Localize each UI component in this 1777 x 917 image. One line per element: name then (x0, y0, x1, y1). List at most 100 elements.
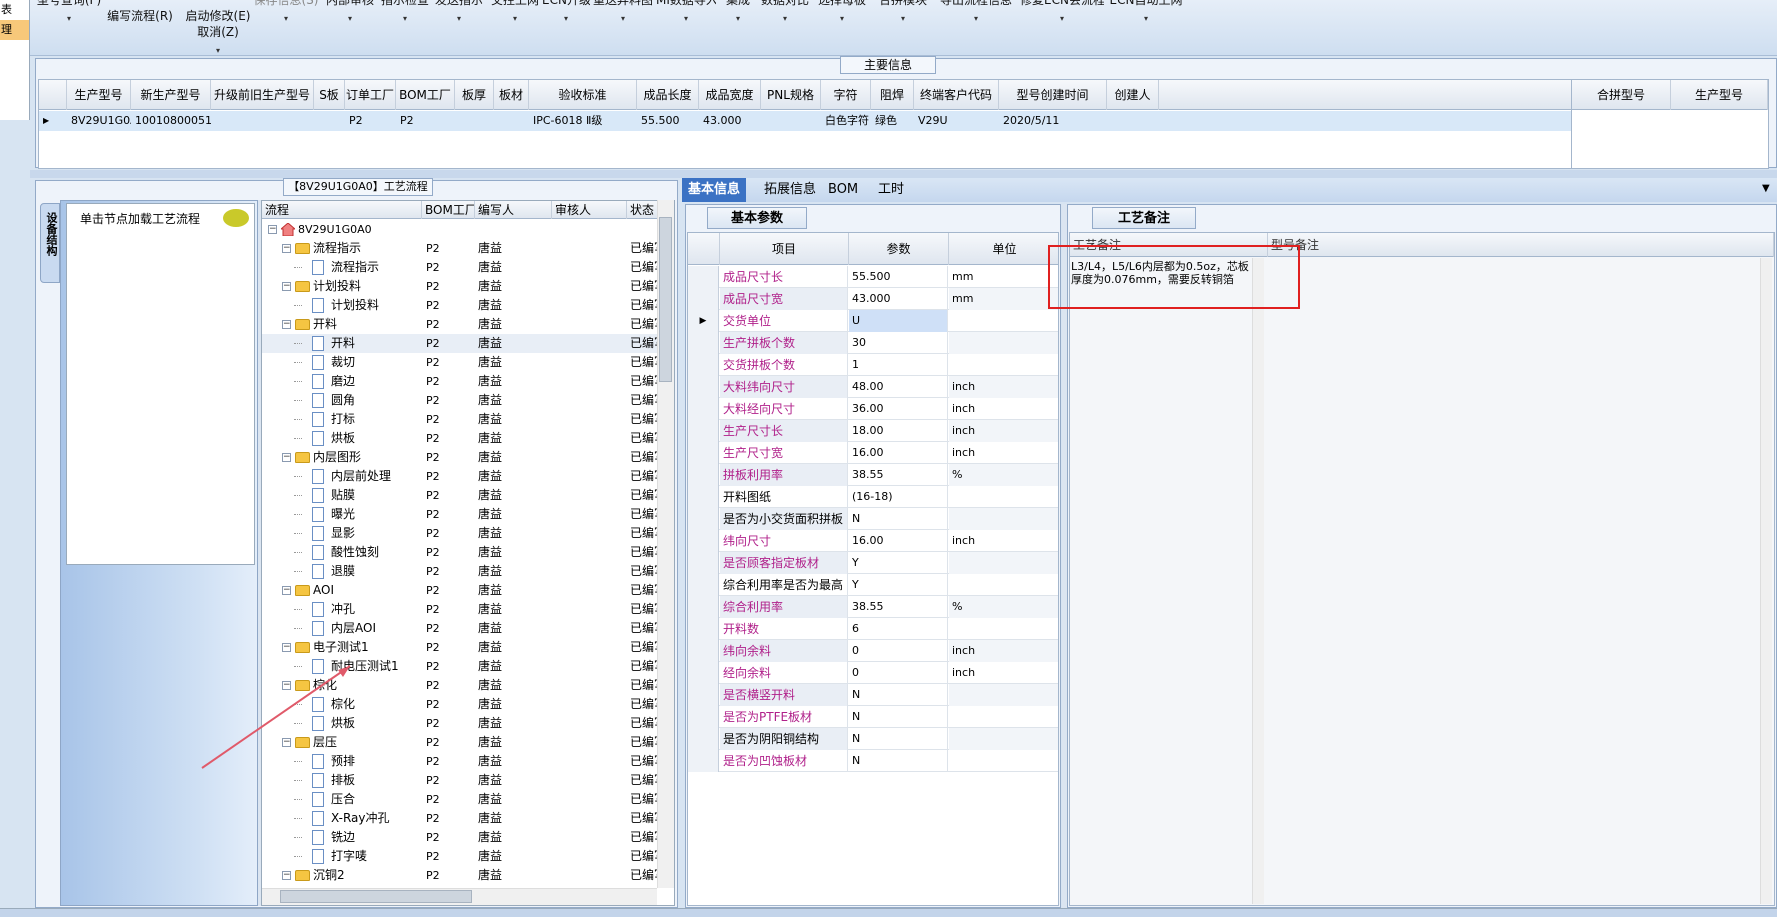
main-info-cell[interactable]: 43.000 (699, 111, 761, 131)
tab-process-remarks[interactable]: 工艺备注 (1092, 207, 1196, 229)
merge-col-header[interactable]: 生产型号 (1671, 80, 1768, 110)
main-info-cell[interactable]: 绿色 (871, 111, 914, 131)
left-module-item-selected[interactable]: 理 (0, 20, 29, 40)
param-value-cell[interactable]: 55.500 (849, 266, 948, 288)
chevron-down-icon[interactable]: ▾ (592, 14, 654, 24)
tree-row[interactable]: 裁切P2唐益已编写 (262, 353, 662, 372)
toolbar-button[interactable]: 重送弄料图 ▾ (592, 0, 654, 24)
param-value-cell[interactable]: Y (849, 552, 948, 574)
tree-row[interactable]: 内层前处理P2唐益已编写 (262, 467, 662, 486)
param-value-cell[interactable]: 16.00 (849, 442, 948, 464)
tree-row[interactable]: −电子测试1P2唐益已编写 (262, 638, 662, 657)
main-info-col-header[interactable]: 板材 (494, 80, 529, 110)
tab-bom[interactable]: BOM (822, 178, 864, 202)
param-value-cell[interactable]: 16.00 (849, 530, 948, 552)
main-info-cell[interactable] (314, 111, 345, 131)
params-row[interactable]: 开料图纸 (16-18) (688, 486, 1058, 508)
chevron-down-icon[interactable]: ▾ (322, 14, 378, 24)
params-row[interactable]: 交货拼板个数 1 (688, 354, 1058, 376)
tree-col-header[interactable]: BOM工厂 (422, 201, 475, 219)
main-info-cell[interactable]: V29U (914, 111, 999, 131)
tree-row[interactable]: 排板P2唐益已编写 (262, 771, 662, 790)
param-value-cell[interactable]: 36.00 (849, 398, 948, 420)
tree-row[interactable]: −AOIP2唐益已编写 (262, 581, 662, 600)
param-value-cell[interactable]: N (849, 508, 948, 530)
collapse-toggle-icon[interactable]: − (282, 681, 291, 690)
params-row[interactable]: 大料经向尺寸 36.00 inch (688, 398, 1058, 420)
params-row[interactable]: 综合利用率 38.55% (688, 596, 1058, 618)
tree-row[interactable]: 预排P2唐益已编写 (262, 752, 662, 771)
model-remarks-col-header[interactable]: 型号备注 (1268, 233, 1774, 257)
tree-row[interactable]: X-Ray冲孔P2唐益已编写 (262, 809, 662, 828)
tree-row[interactable]: 圆角P2唐益已编写 (262, 391, 662, 410)
params-row[interactable]: 是否顾客指定板材 Y (688, 552, 1058, 574)
param-value-cell[interactable]: (16-18) (849, 486, 948, 508)
main-info-col-header[interactable]: 创建人 (1107, 80, 1159, 110)
toolbar-button[interactable]: ECN升级 ▾ (542, 0, 590, 24)
tree-row[interactable]: 曝光P2唐益已编写 (262, 505, 662, 524)
main-info-cell[interactable]: P2 (396, 111, 455, 131)
tree-row[interactable]: 棕化P2唐益已编写 (262, 695, 662, 714)
tree-row[interactable]: 磨边P2唐益已编写 (262, 372, 662, 391)
param-value-cell[interactable]: U (849, 310, 948, 332)
toolbar-button[interactable]: 交控上网 ▾ (490, 0, 540, 24)
main-info-cell[interactable]: P2 (345, 111, 396, 131)
tree-row[interactable]: 计划投料P2唐益已编写 (262, 296, 662, 315)
tree-row[interactable]: 内层AOIP2唐益已编写 (262, 619, 662, 638)
tree-col-header[interactable]: 审核人 (552, 201, 627, 219)
tree-row[interactable]: −内层图形P2唐益已编写 (262, 448, 662, 467)
chevron-down-icon[interactable]: ▾ (180, 46, 256, 56)
chevron-down-icon[interactable]: ▾ (936, 14, 1016, 24)
left-module-item[interactable]: 表 (0, 0, 29, 20)
params-row[interactable]: 成品尺寸长 55.500 mm (688, 266, 1058, 288)
params-row[interactable]: ▶ 交货单位 U (688, 310, 1058, 332)
params-row[interactable]: 纬向尺寸 16.00 inch (688, 530, 1058, 552)
main-info-col-header[interactable]: S板 (314, 80, 345, 110)
params-row[interactable]: 大料纬向尺寸 48.00 inch (688, 376, 1058, 398)
param-value-cell[interactable]: 1 (849, 354, 948, 376)
toolbar-button[interactable]: 导出流程信息 ▾ (936, 0, 1016, 24)
chevron-down-icon[interactable]: ▾ (1106, 14, 1186, 24)
chevron-down-icon[interactable]: ▾ (430, 14, 488, 24)
main-info-cell[interactable]: IPC-6018 Ⅱ级 (529, 111, 637, 131)
toolbar-button[interactable]: ECN自动上网 ▾ (1106, 0, 1186, 24)
chevron-down-icon[interactable]: ▾ (542, 14, 590, 24)
tree-row[interactable]: 冲孔P2唐益已编写 (262, 600, 662, 619)
tabs-dropdown-icon[interactable]: ▼ (1762, 183, 1770, 194)
main-info-col-header[interactable]: 板厚 (455, 80, 494, 110)
tab-basic-info[interactable]: 基本信息 (682, 178, 747, 202)
toolbar-button[interactable]: 选择母板 ▾ (814, 0, 870, 24)
main-info-col-header[interactable]: 验收标准 (529, 80, 637, 110)
tree-row[interactable]: 铣边P2唐益已编写 (262, 828, 662, 847)
tree-row[interactable]: 流程指示P2唐益已编写 (262, 258, 662, 277)
params-row[interactable]: 是否为小交货面积拼板 N (688, 508, 1058, 530)
chevron-down-icon[interactable]: ▾ (34, 14, 104, 24)
main-info-col-header[interactable]: 成品宽度 (699, 80, 761, 110)
collapse-toggle-icon[interactable]: − (282, 643, 291, 652)
params-row[interactable]: 纬向余料 0 inch (688, 640, 1058, 662)
tree-row[interactable]: 显影P2唐益已编写 (262, 524, 662, 543)
remarks-scrollbar[interactable] (1252, 258, 1264, 904)
param-value-cell[interactable]: 0 (849, 640, 948, 662)
chevron-down-icon[interactable]: ▾ (656, 14, 716, 24)
tree-row[interactable]: −开料P2唐益已编写 (262, 315, 662, 334)
tree-row[interactable]: −棕化P2唐益已编写 (262, 676, 662, 695)
toolbar-button[interactable]: 编写流程(R) (102, 0, 178, 24)
collapse-toggle-icon[interactable]: − (282, 453, 291, 462)
tab-work-hours[interactable]: 工时 (872, 178, 910, 202)
node-list-box[interactable] (66, 203, 255, 565)
params-row[interactable]: 成品尺寸宽 43.000 mm (688, 288, 1058, 310)
main-info-col-header[interactable]: 升级前旧生产型号 (211, 80, 314, 110)
merge-col-header[interactable]: 合拼型号 (1572, 80, 1671, 110)
main-info-cell[interactable] (1107, 111, 1159, 131)
toolbar-button[interactable]: MI数据导入 ▾ (656, 0, 716, 24)
tree-col-header[interactable]: 编写人 (475, 201, 552, 219)
param-value-cell[interactable]: 43.000 (849, 288, 948, 310)
param-value-cell[interactable]: 38.55 (849, 596, 948, 618)
chevron-down-icon[interactable]: ▾ (718, 14, 758, 24)
collapse-toggle-icon[interactable]: − (282, 282, 291, 291)
params-col-unit[interactable]: 单位 (949, 233, 1058, 265)
collapse-toggle-icon[interactable]: − (282, 320, 291, 329)
tree-row[interactable]: 贴膜P2唐益已编写 (262, 486, 662, 505)
chevron-down-icon[interactable]: ▾ (252, 14, 320, 24)
